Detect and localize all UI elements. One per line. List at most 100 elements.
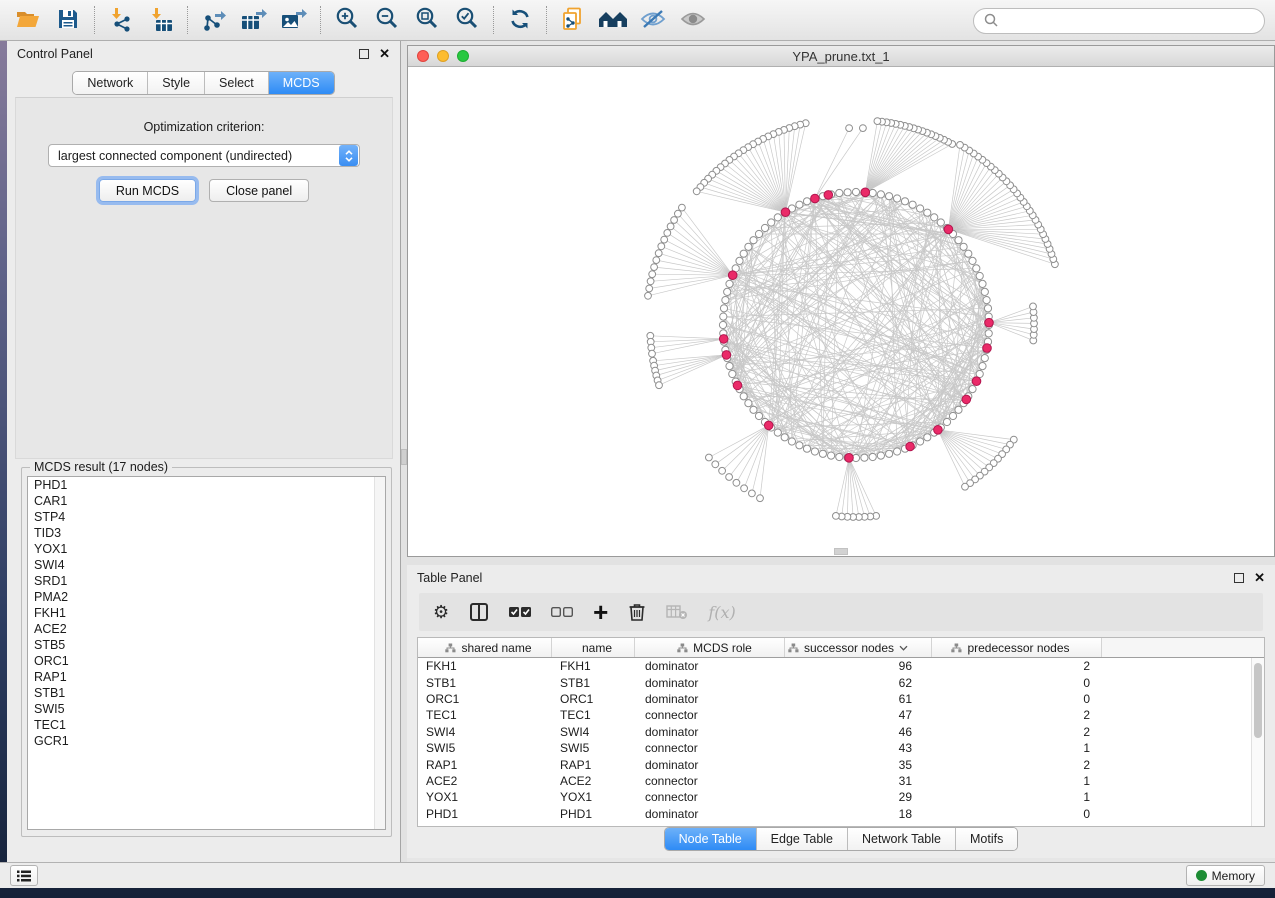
tab-style[interactable]: Style xyxy=(148,72,205,94)
import-table-button[interactable] xyxy=(141,4,181,36)
table-cell[interactable]: TEC1 xyxy=(418,708,552,722)
table-cell[interactable]: YOX1 xyxy=(552,790,635,804)
mcds-result-item[interactable]: GCR1 xyxy=(28,733,385,749)
table-cell[interactable]: TEC1 xyxy=(552,708,635,722)
table-cell[interactable]: STB1 xyxy=(552,676,635,690)
table-cell[interactable]: 43 xyxy=(785,741,932,755)
column-header-name[interactable]: name xyxy=(552,638,635,657)
table-cell[interactable]: SWI5 xyxy=(418,741,552,755)
table-row[interactable]: RAP1RAP1dominator352 xyxy=(418,756,1264,772)
table-cell[interactable]: ACE2 xyxy=(418,774,552,788)
table-cell[interactable]: ACE2 xyxy=(552,774,635,788)
tab-mcds[interactable]: MCDS xyxy=(269,72,334,94)
mcds-result-item[interactable]: RAP1 xyxy=(28,669,385,685)
tab-select[interactable]: Select xyxy=(205,72,269,94)
table-cell[interactable]: connector xyxy=(635,741,785,755)
export-table-button[interactable] xyxy=(234,4,274,36)
mcds-result-list[interactable]: PHD1CAR1STP4TID3YOX1SWI4SRD1PMA2FKH1ACE2… xyxy=(27,476,386,830)
select-all-icon[interactable] xyxy=(509,599,531,625)
result-scrollbar[interactable] xyxy=(374,477,385,829)
zoom-selected-button[interactable] xyxy=(447,4,487,36)
table-cell[interactable]: SWI4 xyxy=(552,725,635,739)
table-cell[interactable]: 2 xyxy=(932,725,1102,739)
mcds-result-item[interactable]: PMA2 xyxy=(28,589,385,605)
function-builder-icon[interactable]: f(x) xyxy=(708,599,735,625)
table-cell[interactable]: dominator xyxy=(635,758,785,772)
column-header-predecessor-nodes[interactable]: predecessor nodes xyxy=(932,638,1102,657)
zoom-in-button[interactable] xyxy=(327,4,367,36)
table-cell[interactable]: 31 xyxy=(785,774,932,788)
table-scrollbar[interactable] xyxy=(1251,658,1264,826)
delete-column-icon[interactable] xyxy=(628,599,646,625)
import-network-button[interactable] xyxy=(101,4,141,36)
mcds-result-item[interactable]: TEC1 xyxy=(28,717,385,733)
table-cell[interactable]: 0 xyxy=(932,807,1102,821)
mcds-result-item[interactable]: SWI4 xyxy=(28,557,385,573)
table-row[interactable]: SWI4SWI4dominator462 xyxy=(418,724,1264,740)
table-cell[interactable]: connector xyxy=(635,774,785,788)
table-cell[interactable]: 35 xyxy=(785,758,932,772)
column-header-successor-nodes[interactable]: successor nodes xyxy=(785,638,932,657)
table-cell[interactable]: 1 xyxy=(932,741,1102,755)
table-cell[interactable]: ORC1 xyxy=(418,692,552,706)
table-cell[interactable]: 61 xyxy=(785,692,932,706)
close-icon[interactable]: ✕ xyxy=(1254,573,1265,583)
export-image-button[interactable] xyxy=(274,4,314,36)
table-cell[interactable]: SWI5 xyxy=(552,741,635,755)
mcds-result-item[interactable]: SWI5 xyxy=(28,701,385,717)
table-cell[interactable]: STB1 xyxy=(418,676,552,690)
column-header-shared-name[interactable]: shared name xyxy=(418,638,552,657)
table-cell[interactable]: RAP1 xyxy=(418,758,552,772)
table-row[interactable]: YOX1YOX1connector291 xyxy=(418,789,1264,805)
table-cell[interactable]: 47 xyxy=(785,708,932,722)
table-cell[interactable]: FKH1 xyxy=(418,659,552,673)
mcds-result-item[interactable]: YOX1 xyxy=(28,541,385,557)
mcds-result-item[interactable]: TID3 xyxy=(28,525,385,541)
tab-network[interactable]: Network xyxy=(73,72,148,94)
zoom-fit-button[interactable] xyxy=(407,4,447,36)
network-graph[interactable] xyxy=(408,67,1274,556)
table-cell[interactable]: PHD1 xyxy=(418,807,552,821)
table-cell[interactable]: ORC1 xyxy=(552,692,635,706)
table-scrollbar-thumb[interactable] xyxy=(1254,663,1262,738)
table-cell[interactable]: 62 xyxy=(785,676,932,690)
tab-motifs[interactable]: Motifs xyxy=(956,828,1017,850)
split-pane-icon[interactable] xyxy=(469,599,489,625)
table-cell[interactable]: 29 xyxy=(785,790,932,804)
table-cell[interactable]: dominator xyxy=(635,676,785,690)
table-cell[interactable]: SWI4 xyxy=(418,725,552,739)
table-cell[interactable]: PHD1 xyxy=(552,807,635,821)
run-mcds-button[interactable]: Run MCDS xyxy=(99,179,196,202)
mcds-result-item[interactable]: STB1 xyxy=(28,685,385,701)
hide-selected-button[interactable] xyxy=(633,4,673,36)
table-cell[interactable]: 18 xyxy=(785,807,932,821)
table-cell[interactable]: connector xyxy=(635,790,785,804)
gear-icon[interactable]: ⚙ xyxy=(433,599,449,625)
mcds-result-item[interactable]: STP4 xyxy=(28,509,385,525)
horizontal-splitter[interactable] xyxy=(407,557,1275,565)
table-cell[interactable]: 2 xyxy=(932,659,1102,673)
table-cell[interactable]: 0 xyxy=(932,692,1102,706)
memory-button[interactable]: Memory xyxy=(1186,865,1265,886)
first-neighbors-button[interactable] xyxy=(593,4,633,36)
mcds-result-item[interactable]: SRD1 xyxy=(28,573,385,589)
table-cell[interactable]: 0 xyxy=(932,676,1102,690)
show-panels-button[interactable] xyxy=(10,865,38,886)
network-canvas[interactable] xyxy=(408,67,1274,556)
table-cell[interactable]: dominator xyxy=(635,725,785,739)
table-cell[interactable]: 1 xyxy=(932,790,1102,804)
search-input[interactable] xyxy=(999,11,1264,31)
mcds-result-item[interactable]: ORC1 xyxy=(28,653,385,669)
table-cell[interactable]: connector xyxy=(635,708,785,722)
float-window-icon[interactable] xyxy=(1234,573,1244,583)
table-row[interactable]: SWI5SWI5connector431 xyxy=(418,740,1264,756)
column-header-mcds-role[interactable]: MCDS role xyxy=(635,638,785,657)
search-box[interactable] xyxy=(973,8,1265,34)
open-file-button[interactable] xyxy=(8,4,48,36)
table-cell[interactable]: 96 xyxy=(785,659,932,673)
table-cell[interactable]: FKH1 xyxy=(552,659,635,673)
table-cell[interactable]: dominator xyxy=(635,692,785,706)
table-row[interactable]: STB1STB1dominator620 xyxy=(418,674,1264,690)
table-cell[interactable]: 1 xyxy=(932,774,1102,788)
save-button[interactable] xyxy=(48,4,88,36)
